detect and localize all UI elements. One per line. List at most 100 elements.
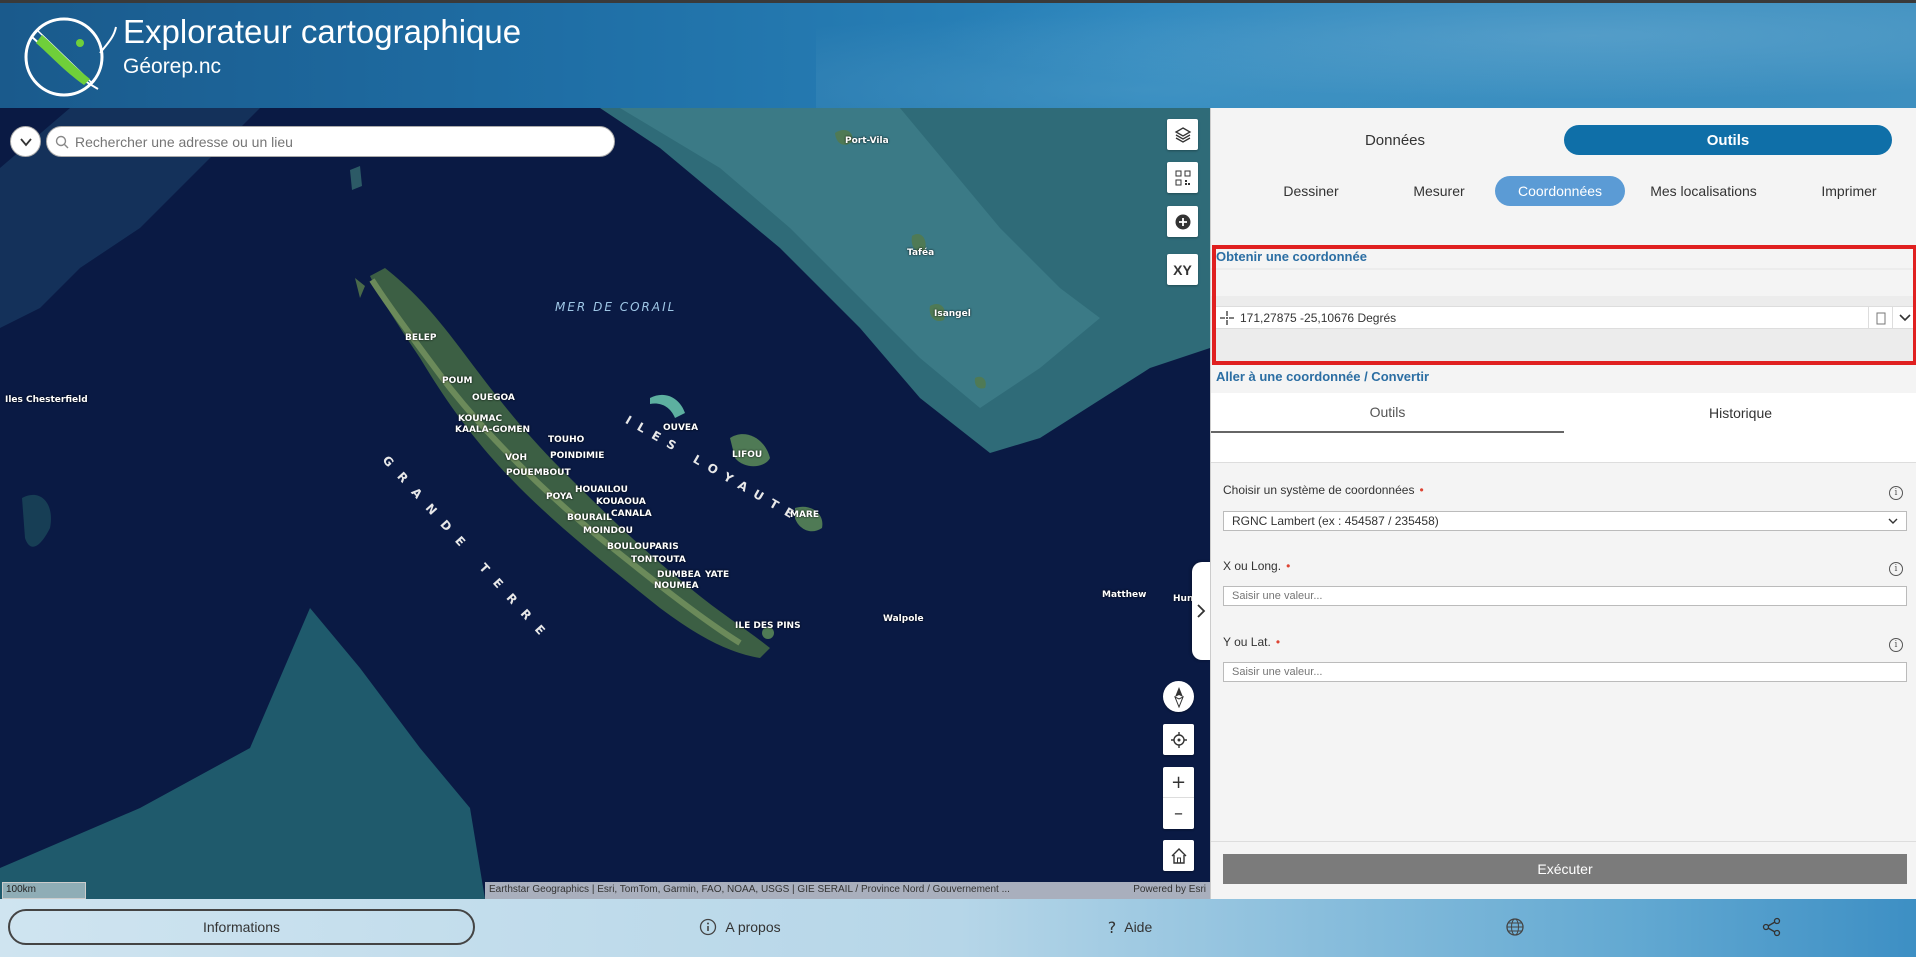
search-expand-button[interactable] <box>10 126 41 157</box>
map-label-touho: TOUHO <box>548 435 585 445</box>
required-marker: • <box>1419 483 1424 497</box>
chevron-down-icon <box>19 137 32 146</box>
y-input[interactable] <box>1223 662 1907 682</box>
app-title: Explorateur cartographique <box>123 13 522 50</box>
panel-collapse-button[interactable] <box>1192 562 1210 660</box>
inner-tab-historique[interactable]: Historique <box>1564 393 1916 433</box>
x-label: X ou Long. • <box>1223 559 1290 573</box>
qr-code-button[interactable] <box>1167 162 1198 193</box>
question-icon: ? <box>1107 917 1117 937</box>
map-label-kaala-gomen: KAALA-GOMEN <box>455 425 531 435</box>
map-label-kouaoua: KOUAOUA <box>596 497 646 507</box>
system-label: Choisir un système de coordonnées • <box>1223 483 1424 497</box>
footer-bar: Informations A propos ? Aide <box>0 899 1916 957</box>
map-label-matthew: Matthew <box>1102 590 1147 600</box>
locate-button[interactable] <box>1163 724 1194 755</box>
map-label-moindou: MOINDOU <box>583 526 633 536</box>
map-label-tontouta: TONTOUTA <box>631 555 686 565</box>
map-label-port-vila: Port-Vila <box>845 136 889 146</box>
map-label-houailou: HOUAILOU <box>575 485 628 495</box>
map-label-chesterfield: Iles Chesterfield <box>5 395 88 405</box>
powered-by-esri[interactable]: Powered by Esri <box>1133 884 1206 895</box>
coordinate-system-select[interactable]: RGNC Lambert (ex : 454587 / 235458) <box>1223 511 1907 531</box>
x-input[interactable] <box>1223 586 1907 606</box>
map-label-ouvea: OUVEA <box>663 423 699 433</box>
execute-button[interactable]: Exécuter <box>1223 854 1907 884</box>
info-icon[interactable]: i <box>1889 486 1903 500</box>
aide-button[interactable]: ? Aide <box>1085 909 1175 945</box>
tab-donnees[interactable]: Données <box>1231 125 1559 155</box>
map-label-lifou: LIFOU <box>732 450 763 460</box>
system-label-text: Choisir un système de coordonnées <box>1223 483 1415 497</box>
aide-label: Aide <box>1124 919 1153 935</box>
inner-tab-outils[interactable]: Outils <box>1211 393 1564 433</box>
app-subtitle: Géorep.nc <box>123 55 222 78</box>
map-label-pouembout: POUEMBOUT <box>506 468 571 478</box>
search-icon <box>55 135 69 148</box>
subtab-coordonnees[interactable]: Coordonnées <box>1495 176 1625 206</box>
map-label-poindimie: POINDIMIE <box>550 451 605 461</box>
map-label-poya: POYA <box>546 492 573 502</box>
globe-icon <box>1506 918 1524 936</box>
subtab-imprimer[interactable]: Imprimer <box>1789 176 1909 206</box>
home-button[interactable] <box>1163 840 1194 871</box>
info-icon[interactable]: i <box>1889 638 1903 652</box>
required-marker: • <box>1275 635 1281 649</box>
header-background-texture <box>816 3 1916 108</box>
layers-button[interactable] <box>1167 119 1198 150</box>
sub-tab-bar: Dessiner Mesurer Coordonnées Mes localis… <box>1211 176 1916 216</box>
subtab-mes-localisations[interactable]: Mes localisations <box>1631 176 1776 206</box>
attribution-text: Earthstar Geographics | Esri, TomTom, Ga… <box>489 884 1010 895</box>
share-button[interactable] <box>1757 909 1787 945</box>
top-tab-bar: Données Outils <box>1211 108 1916 168</box>
scale-bar: 100km <box>2 882 86 899</box>
zoom-control: + – <box>1163 767 1194 829</box>
info-icon <box>700 918 717 936</box>
y-label: Y ou Lat. • <box>1223 635 1280 649</box>
compass-button[interactable] <box>1163 681 1194 712</box>
map-attribution: Earthstar Geographics | Esri, TomTom, Ga… <box>485 882 1210 899</box>
search-box[interactable] <box>46 126 615 157</box>
chevron-down-icon <box>1888 518 1898 524</box>
map-label-boulouparis: BOULOUPARIS <box>607 542 679 552</box>
required-marker: • <box>1286 559 1291 573</box>
map-label-koumac: KOUMAC <box>458 414 503 424</box>
zoom-in-button[interactable]: + <box>1163 767 1194 798</box>
informations-label: Informations <box>202 919 281 935</box>
language-button[interactable] <box>1500 909 1530 945</box>
add-circle-icon <box>1175 214 1190 229</box>
map-label-dumbea: DUMBEA <box>657 570 701 580</box>
zoom-out-button[interactable]: – <box>1163 798 1194 829</box>
map-view[interactable]: Port-Vila Taféa Isangel Iles Chesterfiel… <box>0 108 1210 899</box>
tab-outils[interactable]: Outils <box>1564 125 1892 155</box>
xy-button[interactable]: XY <box>1167 254 1198 285</box>
map-label-poum: POUM <box>442 376 473 386</box>
apropos-button[interactable]: A propos <box>670 909 810 945</box>
y-label-text: Y ou Lat. <box>1223 635 1271 649</box>
map-label-ile-des-pins: ILE DES PINS <box>735 621 801 631</box>
subtab-mesurer[interactable]: Mesurer <box>1379 176 1499 206</box>
map-label-voh: VOH <box>505 453 527 463</box>
coordinate-system-value: RGNC Lambert (ex : 454587 / 235458) <box>1232 514 1439 528</box>
x-label-text: X ou Long. <box>1223 559 1282 573</box>
share-icon <box>1762 917 1781 937</box>
goto-coordinate-title: Aller à une coordonnée / Convertir <box>1216 369 1430 384</box>
execute-bar: Exécuter <box>1211 841 1916 899</box>
coordinate-form: Choisir un système de coordonnées • i RGN… <box>1211 463 1916 843</box>
informations-button[interactable]: Informations <box>8 909 475 945</box>
info-icon[interactable]: i <box>1889 562 1903 576</box>
apropos-label: A propos <box>725 919 781 935</box>
add-data-button[interactable] <box>1167 206 1198 237</box>
map-label-ouegoa: OUEGOA <box>472 393 515 403</box>
subtab-dessiner[interactable]: Dessiner <box>1251 176 1371 206</box>
map-label-mare: MARE <box>790 510 819 520</box>
map-label-noumea: NOUMEA <box>654 581 699 591</box>
highlight-box <box>1212 245 1916 365</box>
app-logo <box>24 17 117 97</box>
search-input[interactable] <box>75 133 595 150</box>
map-label-walpole: Walpole <box>883 614 924 624</box>
app-header: Explorateur cartographique Géorep.nc <box>0 0 1916 108</box>
map-label-tafea: Taféa <box>907 248 935 258</box>
map-label-canala: CANALA <box>611 509 652 519</box>
layers-icon <box>1174 126 1191 143</box>
